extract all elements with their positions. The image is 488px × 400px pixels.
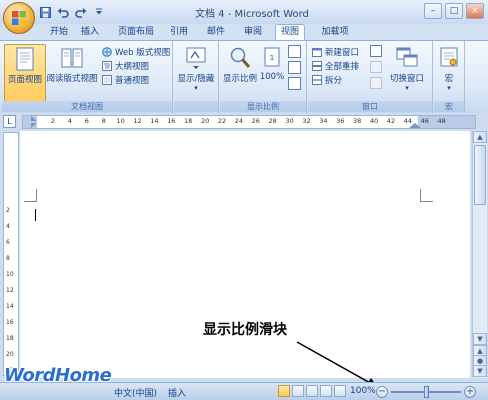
office-button[interactable]: [3, 2, 35, 34]
status-reading-icon[interactable]: [292, 385, 304, 397]
insert-mode-indicator[interactable]: 插入: [168, 386, 186, 399]
status-print-layout-icon[interactable]: [278, 385, 290, 397]
zoom-slider[interactable]: − +: [376, 386, 486, 398]
word-window: 文档 4 - Microsoft Word – □ × 开始 插入 页面布局 引…: [0, 0, 488, 400]
zoom-level[interactable]: 100%: [350, 386, 376, 396]
zoom-thumb[interactable]: [424, 386, 429, 398]
office-logo-icon: [11, 10, 27, 26]
status-outline-icon[interactable]: [320, 385, 332, 397]
watermark-logo: WordHome: [4, 365, 112, 386]
annotation-arrow: [296, 341, 378, 388]
language-indicator[interactable]: 中文(中国): [114, 386, 157, 399]
zoom-out-button[interactable]: −: [376, 386, 388, 398]
zoom-in-button[interactable]: +: [464, 386, 476, 398]
status-web-layout-icon[interactable]: [306, 385, 318, 397]
status-draft-icon[interactable]: [334, 385, 346, 397]
